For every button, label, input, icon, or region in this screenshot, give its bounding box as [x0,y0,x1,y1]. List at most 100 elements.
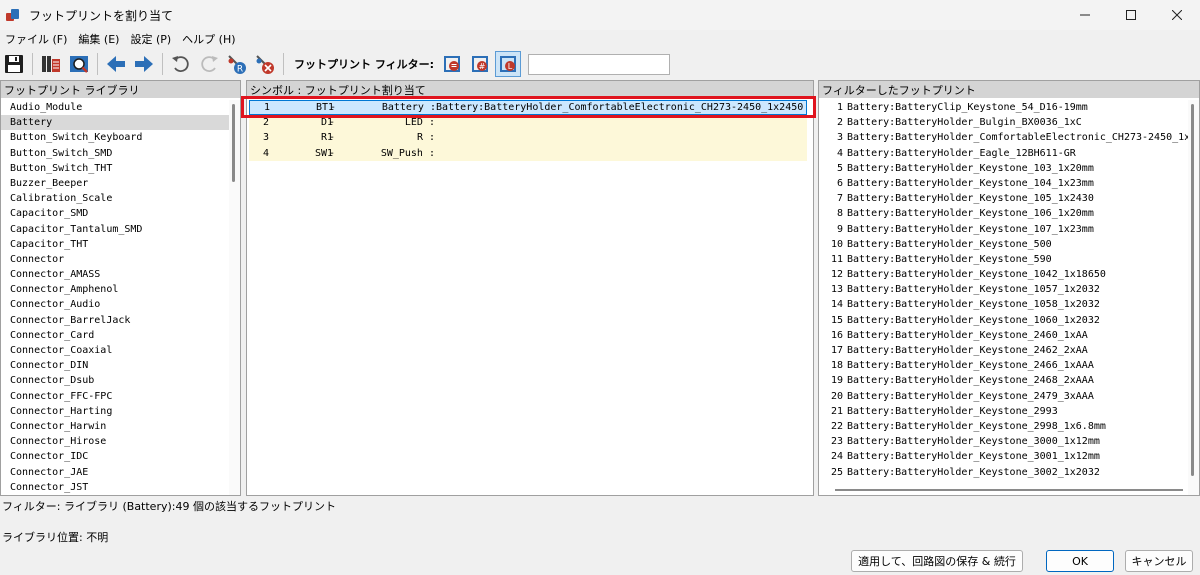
toolbar: R フットプリント フィルター: # L [0,48,1200,80]
footprint-scrollbar[interactable] [1188,100,1199,495]
footprint-index: 10 [830,238,843,250]
view-library-button[interactable] [38,51,64,77]
next-symbol-button[interactable] [131,51,157,77]
toolbar-separator [32,53,33,75]
symbol-value: SW_Push : [380,147,435,159]
library-item[interactable]: Connector_Coaxial [1,343,230,358]
footprint-name: Battery:BatteryHolder_Keystone_2460_1xAA [847,329,1088,341]
menu-help[interactable]: ヘルプ (H) [177,31,241,47]
library-item[interactable]: Connector_Card [1,328,230,343]
filter-keywords-toggle[interactable] [439,51,465,77]
library-item[interactable]: Capacitor_THT [1,237,230,252]
footprint-row[interactable]: 4 Battery:BatteryHolder_Eagle_12BH611-GR [819,146,1189,161]
footprint-row[interactable]: 17 Battery:BatteryHolder_Keystone_2462_2x… [819,343,1189,358]
svg-text:R: R [237,65,243,75]
footprint-row[interactable]: 3 Battery:BatteryHolder_ComfortableElectr… [819,130,1199,145]
footprint-row[interactable]: 25 Battery:BatteryHolder_Keystone_3002_1x… [819,465,1189,480]
library-item[interactable]: Button_Switch_Keyboard [1,130,230,145]
footprint-row[interactable]: 1 Battery:BatteryClip_Keystone_54_D16-19m… [819,100,1189,115]
footprint-row[interactable]: 13 Battery:BatteryHolder_Keystone_1057_1x… [819,282,1189,297]
ok-button[interactable]: OK [1046,550,1114,572]
footprint-index: 3 [836,132,843,144]
footprint-index: 14 [830,299,843,311]
footprint-row[interactable]: 14 Battery:BatteryHolder_Keystone_1058_1x… [819,297,1189,312]
menu-preferences[interactable]: 設定 (P) [125,31,177,47]
footprint-row[interactable]: 24 Battery:BatteryHolder_Keystone_3001_1x… [819,449,1189,464]
footprint-row[interactable]: 2 Battery:BatteryHolder_Bulgin_BX0036_1xC [819,115,1189,130]
footprint-index: 15 [830,314,843,326]
library-item[interactable]: Button_Switch_THT [1,161,230,176]
footprint-name: Battery:BatteryHolder_Keystone_104_1x23m… [847,177,1094,189]
apply-save-continue-button[interactable]: 適用して、回路図の保存 & 続行 [851,550,1023,572]
library-item[interactable]: Button_Switch_SMD [1,146,230,161]
auto-assign-button[interactable]: R [224,51,250,77]
symbol-row[interactable]: 4 SW1- SW_Push : [249,145,807,161]
symbol-separator: - [329,147,336,159]
library-item[interactable]: Connector_Harwin [1,419,230,434]
redo-button[interactable] [196,51,222,77]
footprint-row[interactable]: 5 Battery:BatteryHolder_Keystone_103_1x20… [819,161,1189,176]
footprint-row[interactable]: 23 Battery:BatteryHolder_Keystone_3000_1x… [819,434,1189,449]
footprint-row[interactable]: 9 Battery:BatteryHolder_Keystone_107_1x23… [819,222,1189,237]
footprint-row[interactable]: 22 Battery:BatteryHolder_Keystone_2998_1x… [819,419,1189,434]
library-scroll-thumb[interactable] [232,104,235,182]
delete-assignments-button[interactable] [252,51,278,77]
library-scrollbar[interactable] [229,100,240,495]
library-item[interactable]: Connector_FFC-FPC [1,389,230,404]
library-item[interactable]: Buzzer_Beeper [1,176,230,191]
library-item[interactable]: Connector_Amphenol [1,282,230,297]
footprint-list: 1 Battery:BatteryClip_Keystone_54_D16-19m… [819,100,1199,480]
library-item[interactable]: Connector_JST [1,480,230,495]
footprint-row[interactable]: 7 Battery:BatteryHolder_Keystone_105_1x24… [819,191,1189,206]
library-item[interactable]: Capacitor_SMD [1,206,230,221]
library-item[interactable]: Connector_Dsub [1,373,230,388]
footprint-row[interactable]: 20 Battery:BatteryHolder_Keystone_2479_3x… [819,389,1189,404]
symbol-index: 3 [263,132,270,144]
undo-button[interactable] [168,51,194,77]
symbol-row[interactable]: 3 R1- R : [249,130,807,146]
footprint-row[interactable]: 12 Battery:BatteryHolder_Keystone_1042_1x… [819,267,1189,282]
footprint-scroll-thumb[interactable] [1191,104,1194,476]
prev-symbol-button[interactable] [103,51,129,77]
footprint-row[interactable]: 6 Battery:BatteryHolder_Keystone_104_1x23… [819,176,1189,191]
menu-edit[interactable]: 編集 (E) [73,31,125,47]
library-item[interactable]: Connector_JAE [1,465,230,480]
close-button[interactable] [1154,0,1200,30]
library-item[interactable]: Connector [1,252,230,267]
save-button[interactable] [1,51,27,77]
toolbar-separator [97,53,98,75]
filter-library-toggle[interactable]: L [495,51,522,77]
view-footprint-button[interactable] [66,51,92,77]
library-item[interactable]: Capacitor_Tantalum_SMD [1,222,230,237]
library-item[interactable]: Battery [1,115,230,131]
footprint-filter-input[interactable] [528,53,671,75]
cancel-button[interactable]: キャンセル [1125,550,1193,572]
footprint-row[interactable]: 19 Battery:BatteryHolder_Keystone_2468_2x… [819,373,1189,388]
footprint-row[interactable]: 15 Battery:BatteryHolder_Keystone_1060_1x… [819,313,1189,328]
library-item[interactable]: Connector_Hirose [1,434,230,449]
library-item[interactable]: Connector_BarrelJack [1,313,230,328]
footprint-name: Battery:BatteryClip_Keystone_54_D16-19mm [847,102,1088,113]
library-item[interactable]: Connector_IDC [1,449,230,464]
footprint-row[interactable]: 10 Battery:BatteryHolder_Keystone_500 [819,237,1189,252]
footprint-row[interactable]: 8 Battery:BatteryHolder_Keystone_106_1x20… [819,206,1189,221]
svg-text:#: # [479,62,486,71]
library-item[interactable]: Connector_Audio [1,297,230,312]
footprint-library-panel: フットプリント ライブラリ Audio_Module Battery Button_… [0,80,241,496]
library-item[interactable]: Calibration_Scale [1,191,230,206]
footprint-row[interactable]: 16 Battery:BatteryHolder_Keystone_2460_1x… [819,328,1189,343]
footprint-row[interactable]: 21 Battery:BatteryHolder_Keystone_2993 [819,404,1189,419]
library-item[interactable]: Audio_Module [1,100,230,115]
footprint-row[interactable]: 18 Battery:BatteryHolder_Keystone_2466_1x… [819,358,1189,373]
minimize-button[interactable] [1062,0,1108,30]
library-item[interactable]: Connector_AMASS [1,267,230,282]
footprint-hscrollbar[interactable] [835,489,1183,491]
footprint-row[interactable]: 11 Battery:BatteryHolder_Keystone_590 [819,252,1189,267]
menu-file[interactable]: ファイル (F) [0,31,73,47]
library-item[interactable]: Connector_Harting [1,404,230,419]
footprint-name: Battery:BatteryHolder_Keystone_2466_1xAA… [847,360,1094,372]
footprint-index: 5 [836,162,843,174]
filter-pincount-toggle[interactable]: # [467,51,493,77]
library-item[interactable]: Connector_DIN [1,358,230,373]
maximize-button[interactable] [1108,0,1154,30]
